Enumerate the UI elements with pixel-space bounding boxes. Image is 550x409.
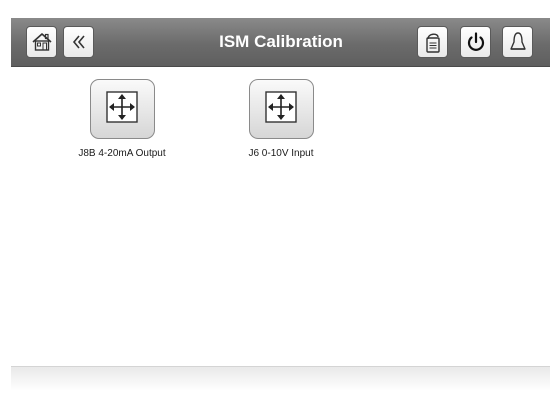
bell-icon xyxy=(508,31,528,53)
j8b-output-label: J8B 4-20mA Output xyxy=(78,148,166,159)
back-button[interactable] xyxy=(63,26,94,58)
content-area: J8B 4-20mA Output J6 0-10V Input xyxy=(11,67,550,366)
calibration-arrows-icon xyxy=(104,90,140,129)
j8b-output-button[interactable] xyxy=(89,79,155,139)
screen: ISM Calibration J8B 4-20mA Output J6 0-1… xyxy=(11,18,550,391)
j6-input-label: J6 0-10V Input xyxy=(248,148,314,159)
footer-bar xyxy=(11,366,550,391)
calibration-item-j6[interactable]: J6 0-10V Input xyxy=(237,79,325,159)
alarm-button[interactable] xyxy=(502,26,533,58)
j6-input-button[interactable] xyxy=(248,79,314,139)
home-icon xyxy=(31,31,53,53)
header-bar: ISM Calibration xyxy=(11,18,550,67)
page-title: ISM Calibration xyxy=(219,32,343,51)
power-button[interactable] xyxy=(460,26,491,58)
back-chevron-icon xyxy=(69,32,89,52)
calibration-arrows-icon xyxy=(263,90,299,129)
calibration-item-j8b[interactable]: J8B 4-20mA Output xyxy=(69,79,175,159)
home-button[interactable] xyxy=(26,26,57,58)
login-button[interactable] xyxy=(417,26,448,58)
power-icon xyxy=(465,31,487,53)
door-hanger-icon xyxy=(423,30,443,54)
